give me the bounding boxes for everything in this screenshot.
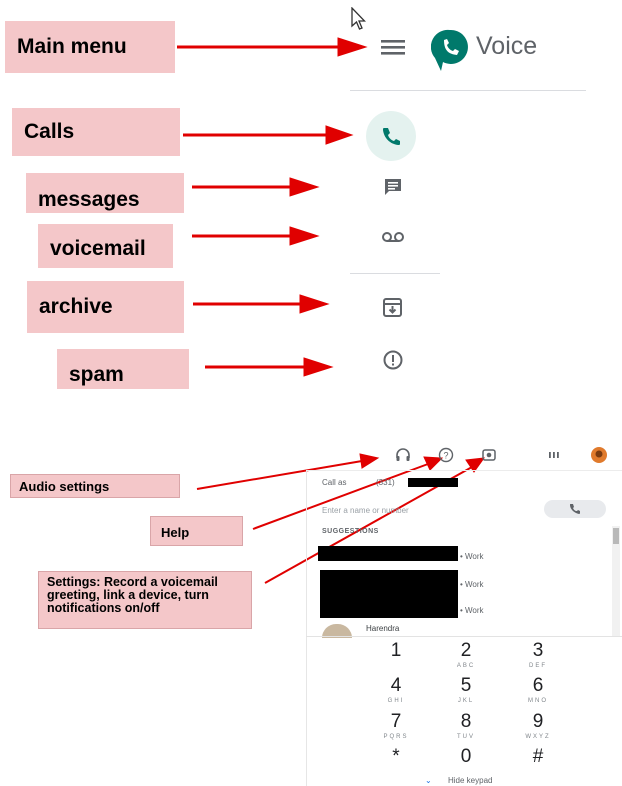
keypad-digit: 5 (460, 675, 472, 696)
keypad-letters: PQRS (383, 734, 409, 740)
keypad-key[interactable]: 8 TUV (436, 711, 496, 740)
help-icon[interactable]: ? (435, 444, 457, 466)
keypad-digit: * (392, 746, 400, 767)
settings-icon[interactable] (478, 444, 500, 466)
redacted-contact-2 (320, 570, 458, 618)
keypad-digit: 3 (532, 640, 544, 661)
redacted-contact-1 (318, 546, 458, 561)
headset-icon[interactable] (392, 444, 414, 466)
header-divider (350, 90, 586, 91)
suggestion-row-4[interactable]: Harendra (366, 624, 399, 633)
keypad-divider (306, 636, 622, 637)
phone-icon[interactable] (381, 126, 401, 146)
suggestion-row-2[interactable]: • Work (460, 580, 484, 589)
suggestion-row-3[interactable]: • Work (460, 606, 484, 615)
nav-divider (350, 273, 440, 274)
keypad-digit: 7 (390, 711, 402, 732)
keypad-letters: WXYZ (525, 734, 551, 740)
keypad-key[interactable]: # (508, 746, 568, 769)
keypad-key[interactable]: 5 JKL (436, 675, 496, 704)
suggestions-scroll-thumb[interactable] (613, 528, 619, 544)
hide-keypad-chevron-icon[interactable]: ⌄ (425, 776, 432, 785)
keypad-digit: 2 (460, 640, 472, 661)
keypad-key[interactable]: * (366, 746, 426, 769)
keypad-digit: 9 (532, 711, 544, 732)
call-as-label: Call as (322, 478, 347, 487)
voicemail-icon[interactable] (381, 230, 405, 244)
keypad-key[interactable]: 2 ABC (436, 640, 496, 669)
keypad-key[interactable]: 6 MNO (508, 675, 568, 704)
keypad-digit: 1 (390, 640, 402, 661)
keypad-letters: DEF (529, 663, 547, 669)
keypad-key[interactable]: 3 DEF (508, 640, 568, 669)
keypad-key[interactable]: 7 PQRS (366, 711, 426, 740)
hamburger-menu-icon[interactable] (379, 33, 407, 61)
app-title: Voice (476, 32, 538, 60)
call-button-icon (570, 504, 580, 514)
keypad-letters: ABC (456, 663, 476, 669)
keypad-key[interactable]: 9 WXYZ (508, 711, 568, 740)
keypad-digit: 8 (460, 711, 472, 732)
redacted-number (408, 478, 458, 487)
number-input[interactable]: Enter a name or number (322, 506, 409, 515)
hide-keypad-button[interactable]: Hide keypad (448, 776, 492, 785)
keypad-letters: JKL (457, 698, 475, 704)
suggestions-heading: SUGGESTIONS (322, 528, 379, 535)
toolbar-divider (306, 470, 622, 471)
keypad-digit: 6 (532, 675, 544, 696)
keypad-letters: GHI (387, 698, 405, 704)
call-as-number: (331) (376, 478, 395, 487)
call-button[interactable] (544, 500, 606, 518)
svg-text:?: ? (443, 451, 448, 461)
keypad-key[interactable]: 4 GHI (366, 675, 426, 704)
account-avatar[interactable] (588, 444, 610, 466)
spam-icon[interactable] (382, 349, 404, 371)
keypad-letters: TUV (457, 734, 475, 740)
archive-icon[interactable] (382, 297, 404, 319)
suggestion-row-1[interactable]: • Work (460, 552, 484, 561)
google-voice-logo-icon (431, 29, 468, 71)
keypad-digit: 0 (460, 746, 472, 767)
apps-grid-icon[interactable] (543, 444, 565, 466)
keypad-digit: 4 (390, 675, 402, 696)
keypad-letters: MNO (528, 698, 548, 704)
message-icon[interactable] (383, 177, 403, 197)
keypad-digit: # (532, 746, 544, 767)
keypad-key[interactable]: 1 (366, 640, 426, 663)
keypad-key[interactable]: 0 (436, 746, 496, 769)
